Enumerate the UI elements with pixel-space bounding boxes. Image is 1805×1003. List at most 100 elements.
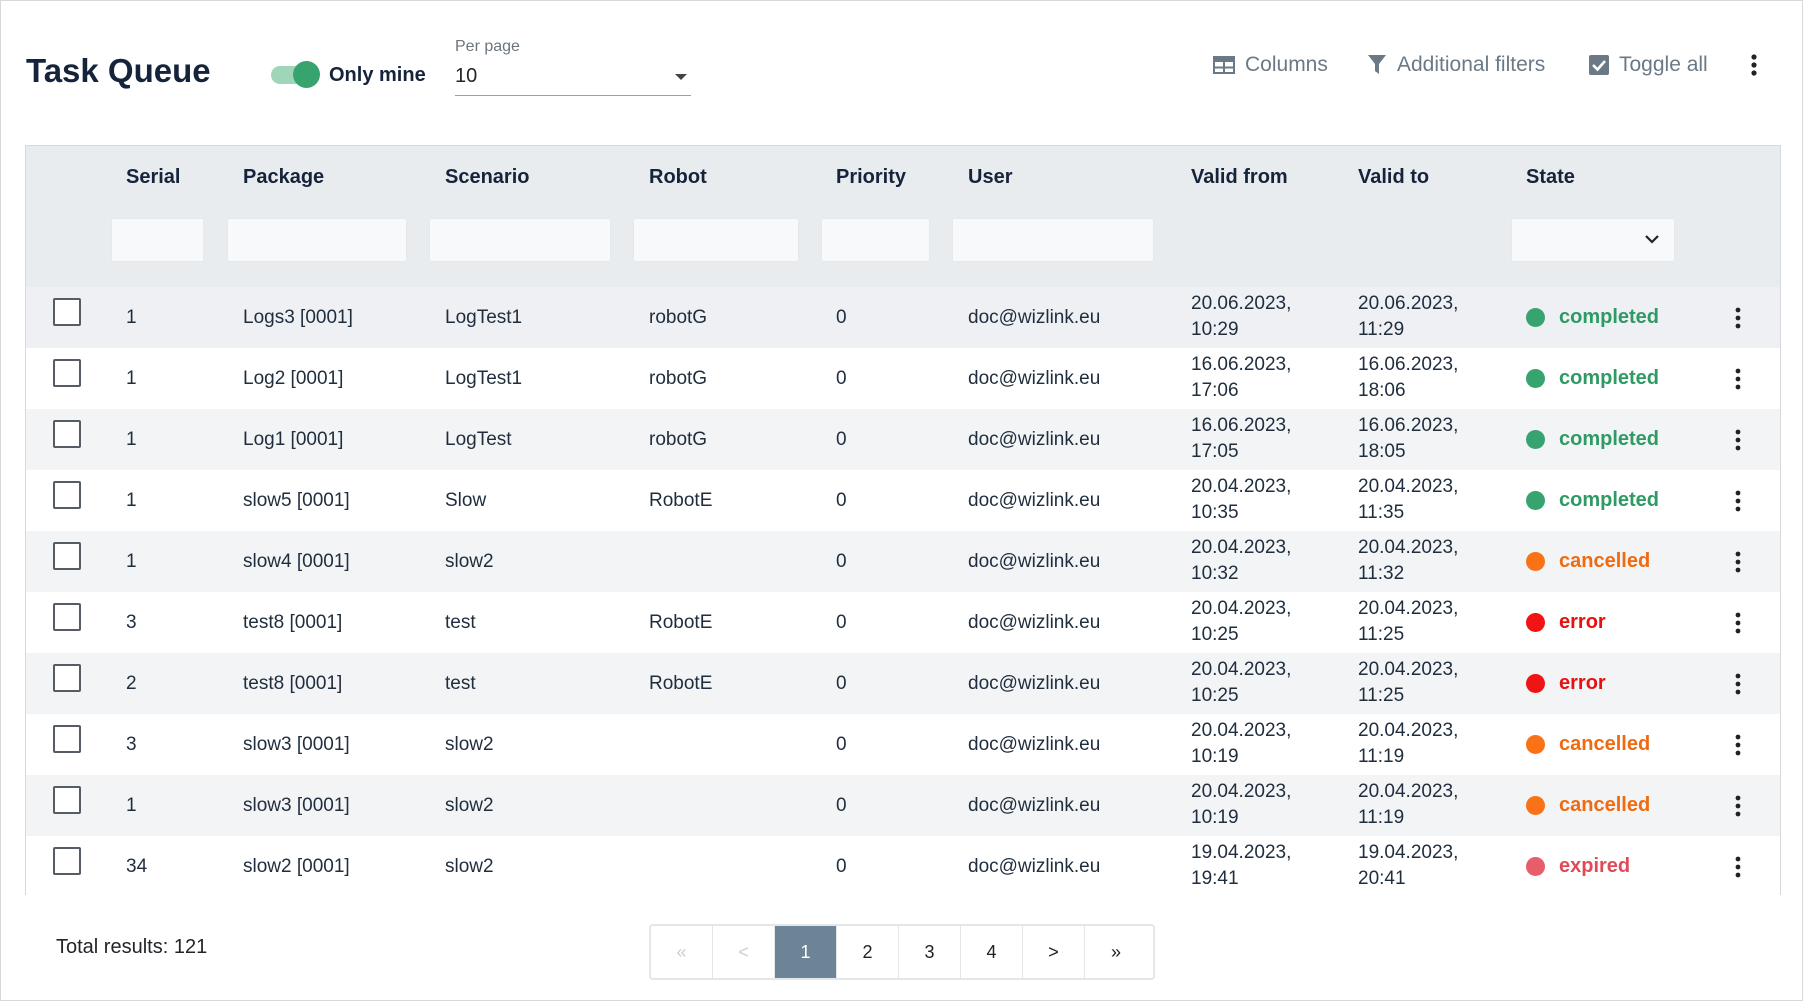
table-row[interactable]: 1 Log1 [0001] LogTest robotG 0 doc@wizlink.eu… [26, 409, 1780, 470]
cell-user: doc@wizlink.eu [968, 551, 1101, 572]
additional-filters-button[interactable]: Additional filters [1367, 49, 1545, 81]
table-row[interactable]: 1 slow4 [0001] slow2 0 doc@wizlink.eu 20.04.2… [26, 531, 1780, 592]
filter-state-select[interactable] [1511, 218, 1675, 262]
cell-package: slow4 [0001] [243, 551, 350, 572]
next-page-button[interactable]: > [1023, 926, 1085, 978]
table-row[interactable]: 3 test8 [0001] test RobotE 0 doc@wizlink.eu 20… [26, 592, 1780, 653]
table-row[interactable]: 1 Log2 [0001] LogTest1 robotG 0 doc@wizlink.e… [26, 348, 1780, 409]
cell-valid-to-time: 11:25 [1358, 685, 1405, 706]
cell-valid-to-date: 20.04.2023, [1358, 476, 1459, 497]
row-checkbox[interactable] [53, 603, 81, 631]
row-more-vertical-icon[interactable] [1733, 428, 1743, 452]
filter-scenario-input[interactable] [429, 218, 611, 262]
cell-robot: robotG [649, 429, 708, 450]
cell-valid-to-date: 19.04.2023, [1358, 842, 1459, 863]
toggle-all-button[interactable]: Toggle all [1589, 49, 1708, 81]
cell-user: doc@wizlink.eu [968, 429, 1101, 450]
only-mine-toggle[interactable] [271, 61, 320, 89]
cell-priority: 0 [836, 795, 847, 816]
header-robot[interactable]: Robot [649, 164, 707, 190]
row-checkbox[interactable] [53, 359, 81, 387]
last-page-button[interactable]: » [1085, 926, 1147, 978]
header-valid-to[interactable]: Valid to [1358, 164, 1429, 190]
cell-valid-to: 20.04.2023, 11:19 [1358, 718, 1458, 770]
row-more-vertical-icon[interactable] [1733, 550, 1743, 574]
status-label: completed [1559, 306, 1660, 328]
cell-valid-to: 20.04.2023, 11:35 [1358, 474, 1458, 526]
table-row[interactable]: 1 slow3 [0001] slow2 0 doc@wizlink.eu 20.04.2… [26, 775, 1780, 836]
cell-valid-from: 20.04.2023, 10:19 [1191, 779, 1291, 831]
filter-robot-input[interactable] [633, 218, 799, 262]
cell-valid-to: 20.04.2023, 11:32 [1358, 535, 1458, 587]
header-package[interactable]: Package [243, 164, 324, 190]
status-label: cancelled [1559, 794, 1651, 816]
page-2-button[interactable]: 2 [837, 926, 899, 978]
cell-user: doc@wizlink.eu [968, 612, 1101, 633]
status-dot-icon [1526, 795, 1545, 815]
cell-priority: 0 [836, 673, 847, 694]
row-more-vertical-icon[interactable] [1733, 489, 1743, 513]
cell-valid-from-time: 17:05 [1191, 441, 1239, 462]
row-more-vertical-icon[interactable] [1733, 306, 1743, 330]
columns-button[interactable]: Columns [1213, 49, 1328, 81]
filter-user-input[interactable] [952, 218, 1154, 262]
columns-label: Columns [1245, 53, 1328, 76]
row-checkbox[interactable] [53, 664, 81, 692]
status-badge: completed [1526, 365, 1659, 391]
first-page-button[interactable]: « [651, 926, 713, 978]
cell-scenario: Slow [445, 490, 487, 511]
status-label: cancelled [1559, 733, 1651, 755]
cell-valid-to-time: 11:29 [1358, 319, 1405, 340]
header-valid-from[interactable]: Valid from [1191, 164, 1288, 190]
cell-serial: 2 [126, 673, 137, 694]
cell-package: test8 [0001] [243, 612, 343, 633]
cell-priority: 0 [836, 734, 847, 755]
prev-page-button[interactable]: < [713, 926, 775, 978]
row-checkbox[interactable] [53, 725, 81, 753]
row-checkbox[interactable] [53, 542, 81, 570]
table-row[interactable]: 2 test8 [0001] test RobotE 0 doc@wizlink.eu 20… [26, 653, 1780, 714]
filter-priority-input[interactable] [821, 218, 930, 262]
page-3-button[interactable]: 3 [899, 926, 961, 978]
row-more-vertical-icon[interactable] [1733, 733, 1743, 757]
header-user[interactable]: User [968, 164, 1012, 190]
status-dot-icon [1526, 734, 1545, 754]
cell-package: Logs3 [0001] [243, 307, 353, 328]
row-checkbox[interactable] [53, 786, 81, 814]
cell-valid-to-date: 20.04.2023, [1358, 781, 1459, 802]
row-checkbox[interactable] [53, 847, 81, 875]
page-1-button[interactable]: 1 [775, 926, 837, 978]
row-more-vertical-icon[interactable] [1733, 367, 1743, 391]
cell-valid-to-date: 20.04.2023, [1358, 537, 1459, 558]
per-page-select[interactable]: 10 [455, 62, 691, 96]
table-row[interactable]: 3 slow3 [0001] slow2 0 doc@wizlink.eu 20.04.2… [26, 714, 1780, 775]
cell-serial: 3 [126, 612, 137, 633]
row-more-vertical-icon[interactable] [1733, 672, 1743, 696]
row-checkbox[interactable] [53, 481, 81, 509]
cell-valid-to: 16.06.2023, 18:05 [1358, 413, 1458, 465]
more-vertical-icon[interactable] [1748, 51, 1760, 79]
status-dot-icon [1526, 551, 1545, 571]
header-serial[interactable]: Serial [126, 164, 180, 190]
row-more-vertical-icon[interactable] [1733, 855, 1743, 879]
cell-package: slow3 [0001] [243, 795, 350, 816]
status-dot-icon [1526, 673, 1545, 693]
row-checkbox[interactable] [53, 420, 81, 448]
row-more-vertical-icon[interactable] [1733, 611, 1743, 635]
row-more-vertical-icon[interactable] [1733, 794, 1743, 818]
header-state[interactable]: State [1526, 164, 1575, 190]
header-scenario[interactable]: Scenario [445, 164, 529, 190]
table-row[interactable]: 34 slow2 [0001] slow2 0 doc@wizlink.eu 19.04.… [26, 836, 1780, 897]
cell-valid-to: 16.06.2023, 18:06 [1358, 352, 1458, 404]
table-row[interactable]: 1 Logs3 [0001] LogTest1 robotG 0 doc@wizlink.… [26, 287, 1780, 348]
row-checkbox[interactable] [53, 298, 81, 326]
page-4-button[interactable]: 4 [961, 926, 1023, 978]
header-priority[interactable]: Priority [836, 164, 906, 190]
cell-valid-from-date: 20.04.2023, [1191, 720, 1292, 741]
table-row[interactable]: 1 slow5 [0001] Slow RobotE 0 doc@wizlink.eu 20… [26, 470, 1780, 531]
filter-package-input[interactable] [227, 218, 407, 262]
status-badge: cancelled [1526, 548, 1650, 574]
status-dot-icon [1526, 429, 1545, 449]
cell-robot: robotG [649, 368, 708, 389]
filter-serial-input[interactable] [111, 218, 204, 262]
